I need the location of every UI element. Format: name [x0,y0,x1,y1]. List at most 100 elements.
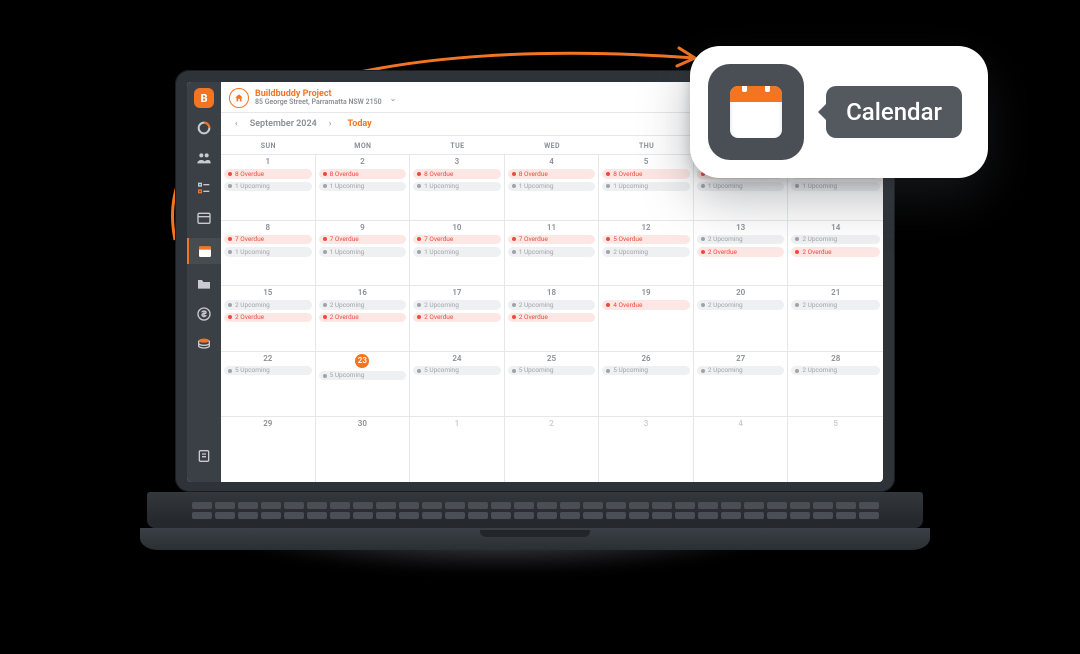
home-icon[interactable] [229,88,249,108]
overdue-pill[interactable]: 8 Overdue [508,169,596,179]
overdue-pill[interactable]: 8 Overdue [224,169,312,179]
today-button[interactable]: Today [347,119,371,129]
upcoming-pill[interactable]: 1 Upcoming [791,182,880,192]
overdue-pill[interactable]: 2 Overdue [224,313,312,323]
upcoming-pill[interactable]: 1 Upcoming [602,182,690,192]
calendar-day[interactable]: 58 Overdue1 Upcoming [599,154,694,220]
calendar-day[interactable]: 225 Upcoming [221,351,316,417]
calendar-day[interactable]: 255 Upcoming [505,351,600,417]
upcoming-pill[interactable]: 2 Upcoming [602,247,690,257]
upcoming-pill[interactable]: 1 Upcoming [413,182,501,192]
calendar-day[interactable]: 27 2 Upcoming [694,351,789,417]
sidebar-footer-notes[interactable] [194,446,214,466]
upcoming-pill[interactable]: 5 Upcoming [508,366,596,376]
upcoming-pill[interactable]: 5 Upcoming [319,371,407,381]
calendar-day[interactable]: 38 Overdue1 Upcoming [410,154,505,220]
overdue-pill[interactable]: 7 Overdue [224,235,312,245]
upcoming-pill[interactable]: 2 Upcoming [791,366,880,376]
overdue-pill[interactable]: 8 Overdue [413,169,501,179]
calendar-day[interactable]: 3 [599,416,694,482]
upcoming-pill[interactable]: 1 Upcoming [508,182,596,192]
calendar-day[interactable]: 48 Overdue1 Upcoming [505,154,600,220]
calendar-day[interactable]: 245 Upcoming [410,351,505,417]
upcoming-pill[interactable]: 2 Upcoming [697,235,785,245]
overdue-pill[interactable]: 8 Overdue [319,169,407,179]
overdue-pill[interactable]: 7 Overdue [508,235,596,245]
sidebar-item-finance[interactable] [194,304,214,324]
calendar-day[interactable]: 18 Overdue1 Upcoming [221,154,316,220]
calendar-day[interactable]: 8 7 Overdue 1 Upcoming [221,220,316,286]
upcoming-pill[interactable]: 2 Upcoming [319,300,407,310]
day-number: 8 [224,223,312,232]
calendar-day[interactable]: 194 Overdue [599,285,694,351]
calendar-day[interactable]: 1 [410,416,505,482]
upcoming-pill[interactable]: 2 Upcoming [791,235,880,245]
chevron-down-icon[interactable]: ⌄ [390,94,397,103]
sidebar-item-dashboard[interactable] [194,118,214,138]
upcoming-pill[interactable]: 2 Upcoming [697,366,785,376]
overdue-pill[interactable]: 5 Overdue [602,235,690,245]
overdue-pill[interactable]: 7 Overdue [413,235,501,245]
calendar-day[interactable]: 2 [505,416,600,482]
upcoming-pill[interactable]: 2 Upcoming [224,300,312,310]
calendar-day[interactable]: 97 Overdue1 Upcoming [316,220,411,286]
sidebar-item-logo[interactable]: B [194,88,214,108]
upcoming-pill[interactable]: 5 Upcoming [224,366,312,376]
upcoming-pill[interactable]: 5 Upcoming [602,366,690,376]
calendar-day[interactable]: 4 [694,416,789,482]
calendar-day[interactable]: 29 [221,416,316,482]
calendar-day[interactable]: 132 Upcoming2 Overdue [694,220,789,286]
upcoming-pill[interactable]: 1 Upcoming [413,247,501,257]
day-number: 14 [791,223,880,232]
calendar-day[interactable]: 235 Upcoming [316,351,411,417]
day-number: 27 [697,354,785,363]
overdue-pill[interactable]: 2 Overdue [319,313,407,323]
upcoming-pill[interactable]: 1 Upcoming [697,182,785,192]
overdue-pill[interactable]: 7 Overdue [319,235,407,245]
sidebar-item-reports[interactable] [194,334,214,354]
upcoming-pill[interactable]: 1 Upcoming [319,182,407,192]
calendar-day[interactable]: 5 [788,416,883,482]
calendar-day[interactable]: 202 Upcoming [694,285,789,351]
sidebar-item-schedule[interactable] [194,208,214,228]
calendar-day[interactable]: 182 Upcoming2 Overdue [505,285,600,351]
sidebar-item-tasks[interactable] [194,178,214,198]
day-number: 15 [224,288,312,297]
day-number: 2 [508,419,596,428]
overdue-pill[interactable]: 2 Overdue [791,247,880,257]
sidebar-item-files[interactable] [194,274,214,294]
project-selector[interactable]: Buildbuddy Project 85 George Street, Par… [255,90,382,107]
calendar-day[interactable]: 117 Overdue1 Upcoming [505,220,600,286]
upcoming-pill[interactable]: 2 Upcoming [791,300,880,310]
calendar-day[interactable]: 15 2 Upcoming 2 Overdue [221,285,316,351]
overdue-pill[interactable]: 2 Overdue [413,313,501,323]
sidebar-item-team[interactable] [194,148,214,168]
calendar-day[interactable]: 14 2 Upcoming 2 Overdue [788,220,883,286]
upcoming-pill[interactable]: 2 Upcoming [413,300,501,310]
day-number: 16 [319,288,407,297]
upcoming-pill[interactable]: 1 Upcoming [319,247,407,257]
upcoming-pill[interactable]: 2 Upcoming [508,300,596,310]
upcoming-pill[interactable]: 1 Upcoming [224,182,312,192]
sidebar-item-calendar[interactable] [187,238,221,264]
calendar-day[interactable]: 265 Upcoming [599,351,694,417]
calendar-day[interactable]: 16 2 Upcoming 2 Overdue [316,285,411,351]
calendar-day[interactable]: 28 Overdue1 Upcoming [316,154,411,220]
sidebar: B [187,82,221,482]
calendar-day[interactable]: 30 [316,416,411,482]
calendar-day[interactable]: 282 Upcoming [788,351,883,417]
overdue-pill[interactable]: 4 Overdue [602,300,690,310]
upcoming-pill[interactable]: 5 Upcoming [413,366,501,376]
upcoming-pill[interactable]: 1 Upcoming [224,247,312,257]
next-month-button[interactable]: › [325,119,336,129]
overdue-pill[interactable]: 8 Overdue [602,169,690,179]
calendar-day[interactable]: 107 Overdue1 Upcoming [410,220,505,286]
upcoming-pill[interactable]: 1 Upcoming [508,247,596,257]
prev-month-button[interactable]: ‹ [231,119,242,129]
calendar-day[interactable]: 172 Upcoming2 Overdue [410,285,505,351]
overdue-pill[interactable]: 2 Overdue [508,313,596,323]
calendar-day[interactable]: 212 Upcoming [788,285,883,351]
upcoming-pill[interactable]: 2 Upcoming [697,300,785,310]
calendar-day[interactable]: 125 Overdue2 Upcoming [599,220,694,286]
overdue-pill[interactable]: 2 Overdue [697,247,785,257]
